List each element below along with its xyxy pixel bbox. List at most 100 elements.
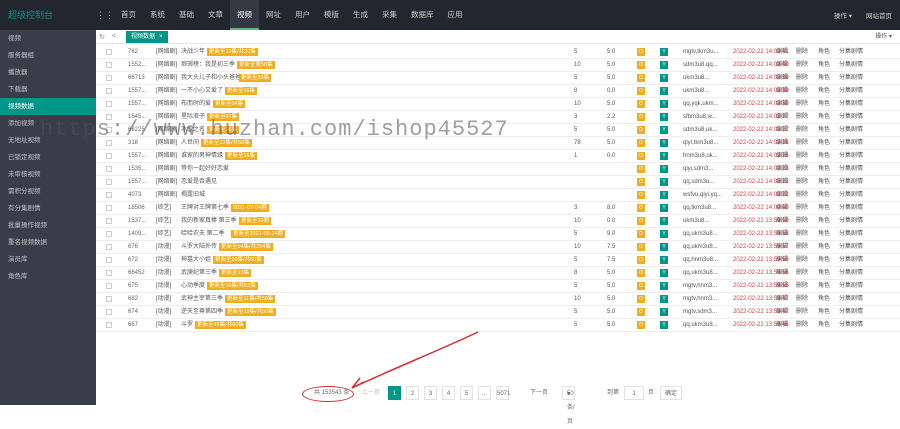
row-edit-link[interactable]: 编辑 bbox=[776, 202, 788, 215]
row-role-link[interactable]: 角色 bbox=[818, 85, 830, 98]
row-edit-link[interactable]: 编辑 bbox=[776, 98, 788, 111]
sidebar-item-13[interactable]: 演员库 bbox=[0, 251, 96, 268]
row-status-o[interactable]: O bbox=[637, 139, 645, 147]
row-edit-link[interactable]: 编辑 bbox=[776, 137, 788, 150]
row-status-o[interactable]: O bbox=[637, 269, 645, 277]
row-status-o[interactable]: O bbox=[637, 100, 645, 108]
row-checkbox[interactable] bbox=[106, 218, 112, 224]
row-delete-link[interactable]: 删除 bbox=[796, 137, 808, 150]
row-checkbox[interactable] bbox=[106, 283, 112, 289]
row-plot-link[interactable]: 分集剧情 bbox=[839, 215, 863, 228]
sidebar-item-8[interactable]: 未审核视频 bbox=[0, 166, 96, 183]
row-status-y[interactable]: Y bbox=[660, 243, 668, 251]
sidebar-item-9[interactable]: 需积分视频 bbox=[0, 183, 96, 200]
row-title[interactable]: 我大头儿子和小头爸爸 真人版第三季 bbox=[181, 72, 241, 85]
row-edit-link[interactable]: 编辑 bbox=[776, 280, 788, 293]
row-status-o[interactable]: O bbox=[637, 87, 645, 95]
ops-dropdown[interactable]: 操作 ▾ bbox=[834, 10, 852, 20]
row-title[interactable]: 心动季度 bbox=[181, 280, 205, 293]
row-plot-link[interactable]: 分集剧情 bbox=[839, 254, 863, 267]
row-edit-link[interactable]: 编辑 bbox=[776, 306, 788, 319]
sidebar-item-3[interactable]: 下载器 bbox=[0, 81, 96, 98]
site-home-link[interactable]: 网站首页 bbox=[866, 10, 892, 20]
row-delete-link[interactable]: 删除 bbox=[796, 306, 808, 319]
row-status-o[interactable]: O bbox=[637, 178, 645, 186]
row-delete-link[interactable]: 删除 bbox=[796, 189, 808, 202]
sidebar-item-1[interactable]: 服务器组 bbox=[0, 47, 96, 64]
row-title[interactable]: 斗罗大陆外传 bbox=[181, 241, 217, 254]
row-status-y[interactable]: Y bbox=[660, 321, 668, 329]
row-plot-link[interactable]: 分集剧情 bbox=[839, 163, 863, 176]
goto-page-input[interactable]: 1 bbox=[624, 386, 644, 400]
row-status-y[interactable]: Y bbox=[660, 308, 668, 316]
row-status-y[interactable]: Y bbox=[660, 126, 668, 134]
row-delete-link[interactable]: 删除 bbox=[796, 228, 808, 241]
row-edit-link[interactable]: 编辑 bbox=[776, 163, 788, 176]
sidebar-item-2[interactable]: 播放器 bbox=[0, 64, 96, 81]
row-delete-link[interactable]: 删除 bbox=[796, 319, 808, 332]
row-role-link[interactable]: 角色 bbox=[818, 59, 830, 72]
row-plot-link[interactable]: 分集剧情 bbox=[839, 189, 863, 202]
row-title[interactable]: 揭露旧城 bbox=[181, 189, 205, 202]
row-plot-link[interactable]: 分集剧情 bbox=[839, 293, 863, 306]
sidebar-item-14[interactable]: 角色库 bbox=[0, 268, 96, 285]
row-checkbox[interactable] bbox=[106, 140, 112, 146]
row-delete-link[interactable]: 删除 bbox=[796, 267, 808, 280]
row-delete-link[interactable]: 删除 bbox=[796, 215, 808, 228]
sidebar-item-4[interactable]: 视频数据 bbox=[0, 98, 96, 115]
row-edit-link[interactable]: 编辑 bbox=[776, 293, 788, 306]
row-checkbox[interactable] bbox=[106, 127, 112, 133]
row-role-link[interactable]: 角色 bbox=[818, 202, 830, 215]
sidebar-item-5[interactable]: 添加视频 bbox=[0, 115, 96, 132]
nav-item-1[interactable]: 系统 bbox=[143, 0, 172, 30]
row-status-o[interactable]: O bbox=[637, 113, 645, 121]
row-plot-link[interactable]: 分集剧情 bbox=[839, 150, 863, 163]
row-delete-link[interactable]: 删除 bbox=[796, 280, 808, 293]
row-edit-link[interactable]: 编辑 bbox=[776, 241, 788, 254]
row-delete-link[interactable]: 删除 bbox=[796, 293, 808, 306]
nav-item-7[interactable]: 模版 bbox=[317, 0, 346, 30]
row-role-link[interactable]: 角色 bbox=[818, 228, 830, 241]
row-edit-link[interactable]: 编辑 bbox=[776, 189, 788, 202]
row-status-o[interactable]: O bbox=[637, 243, 645, 251]
nav-item-0[interactable]: 首页 bbox=[114, 0, 143, 30]
row-status-o[interactable]: O bbox=[637, 152, 645, 160]
row-title[interactable]: 恋爱是否遇见 bbox=[181, 176, 217, 189]
sidebar-item-0[interactable]: 视频 bbox=[0, 30, 96, 47]
row-role-link[interactable]: 角色 bbox=[818, 319, 830, 332]
row-status-y[interactable]: Y bbox=[660, 191, 668, 199]
row-status-y[interactable]: Y bbox=[660, 256, 668, 264]
nav-item-4[interactable]: 视频 bbox=[230, 0, 259, 30]
row-status-y[interactable]: Y bbox=[660, 165, 668, 173]
nav-item-3[interactable]: 文章 bbox=[201, 0, 230, 30]
row-title[interactable]: 神墓大小姐 bbox=[181, 254, 211, 267]
row-role-link[interactable]: 角色 bbox=[818, 163, 830, 176]
row-checkbox[interactable] bbox=[106, 192, 112, 198]
row-role-link[interactable]: 角色 bbox=[818, 254, 830, 267]
sidebar-item-12[interactable]: 重名视频数据 bbox=[0, 234, 96, 251]
row-role-link[interactable]: 角色 bbox=[818, 280, 830, 293]
row-role-link[interactable]: 角色 bbox=[818, 267, 830, 280]
row-status-y[interactable]: Y bbox=[660, 152, 668, 160]
row-delete-link[interactable]: 删除 bbox=[796, 72, 808, 85]
row-status-y[interactable]: Y bbox=[660, 178, 668, 186]
row-role-link[interactable]: 角色 bbox=[818, 293, 830, 306]
row-title[interactable]: 布而时的爱 bbox=[181, 98, 211, 111]
row-edit-link[interactable]: 编辑 bbox=[776, 124, 788, 137]
row-checkbox[interactable] bbox=[106, 296, 112, 302]
row-plot-link[interactable]: 分集剧情 bbox=[839, 319, 863, 332]
row-title[interactable]: 人世间 bbox=[181, 137, 199, 150]
row-checkbox[interactable] bbox=[106, 101, 112, 107]
row-plot-link[interactable]: 分集剧情 bbox=[839, 137, 863, 150]
row-delete-link[interactable]: 删除 bbox=[796, 254, 808, 267]
row-status-o[interactable]: O bbox=[637, 321, 645, 329]
nav-item-8[interactable]: 生成 bbox=[346, 0, 375, 30]
row-status-o[interactable]: O bbox=[637, 282, 645, 290]
sidebar-item-11[interactable]: 批量操作视频 bbox=[0, 217, 96, 234]
row-delete-link[interactable]: 删除 bbox=[796, 202, 808, 215]
row-status-o[interactable]: O bbox=[637, 308, 645, 316]
row-title[interactable]: 我的新家真棒 第三季 bbox=[181, 215, 237, 228]
row-title[interactable]: 星际浪子 bbox=[181, 111, 205, 124]
next-page-button[interactable]: 下一页 bbox=[530, 386, 548, 400]
row-role-link[interactable]: 角色 bbox=[818, 72, 830, 85]
